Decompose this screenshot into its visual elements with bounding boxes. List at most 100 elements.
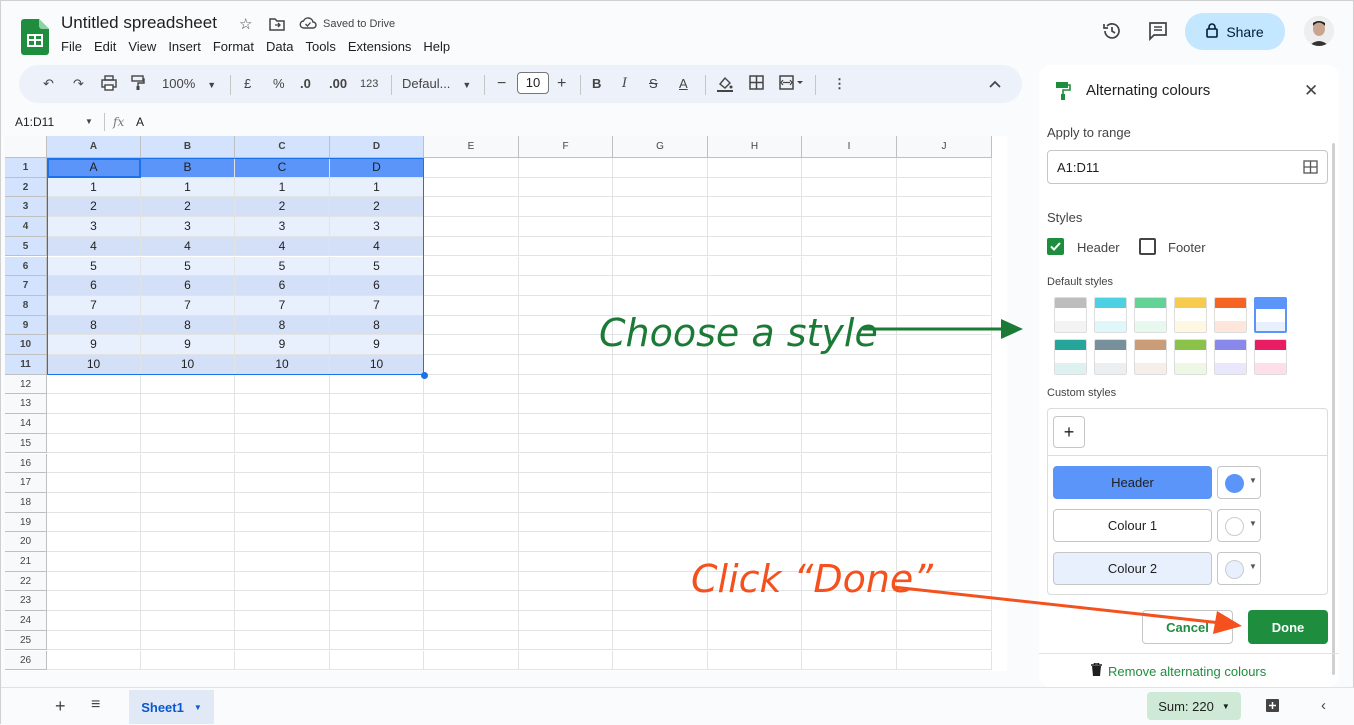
share-button[interactable]: Share (1185, 13, 1285, 50)
cell[interactable] (141, 433, 235, 454)
cell[interactable]: 3 (47, 217, 141, 237)
cell[interactable] (897, 532, 992, 552)
style-swatch[interactable] (1094, 339, 1127, 375)
cell[interactable] (235, 591, 330, 612)
cell[interactable] (235, 611, 330, 631)
cell[interactable] (235, 433, 330, 454)
cell[interactable] (708, 414, 802, 434)
cell[interactable] (47, 394, 141, 415)
cell[interactable] (613, 276, 708, 296)
row-header-15[interactable]: 15 (5, 433, 47, 454)
header-checkbox[interactable] (1047, 238, 1064, 255)
cell[interactable] (708, 611, 802, 631)
cell[interactable] (897, 355, 992, 375)
column-header-d[interactable]: D (330, 136, 424, 158)
cell[interactable] (141, 532, 235, 552)
cell[interactable]: 10 (141, 355, 235, 375)
cell[interactable] (424, 236, 519, 257)
chevron-down-icon[interactable]: ▼ (85, 117, 93, 126)
cell[interactable] (330, 630, 424, 651)
comments-icon[interactable] (1146, 19, 1170, 43)
row-header-25[interactable]: 25 (5, 630, 47, 651)
cell[interactable] (330, 492, 424, 513)
cell[interactable] (519, 492, 613, 513)
cell[interactable] (424, 276, 519, 296)
print-icon[interactable] (101, 75, 117, 93)
row-header-24[interactable]: 24 (5, 611, 47, 631)
cell[interactable] (613, 374, 708, 395)
row-header-4[interactable]: 4 (5, 217, 47, 237)
cell[interactable] (708, 158, 802, 178)
cell[interactable] (47, 414, 141, 434)
cell[interactable]: C (235, 158, 330, 178)
cell[interactable]: 9 (47, 335, 141, 355)
row-header-26[interactable]: 26 (5, 650, 47, 671)
row-header-23[interactable]: 23 (5, 591, 47, 612)
add-sheet-icon[interactable]: + (55, 696, 66, 717)
cell[interactable] (802, 433, 897, 454)
document-title[interactable]: Untitled spreadsheet (61, 13, 217, 33)
cell[interactable]: 7 (141, 295, 235, 316)
cell[interactable] (897, 177, 992, 198)
cell[interactable] (708, 492, 802, 513)
cell[interactable] (519, 355, 613, 375)
more-options-icon[interactable]: ⋮ (833, 75, 846, 93)
cell[interactable] (802, 276, 897, 296)
cell[interactable] (613, 512, 708, 533)
cell[interactable]: 8 (330, 315, 424, 336)
cell[interactable] (519, 591, 613, 612)
zoom-select[interactable]: 100% ▼ (162, 75, 216, 93)
cell[interactable] (47, 571, 141, 592)
cell[interactable]: 4 (141, 236, 235, 257)
borders-icon[interactable] (749, 75, 764, 93)
cell[interactable] (141, 453, 235, 474)
cell[interactable] (613, 256, 708, 277)
cell[interactable] (519, 414, 613, 434)
cell[interactable]: 2 (141, 197, 235, 218)
cell[interactable] (330, 611, 424, 631)
column-header-h[interactable]: H (708, 136, 802, 158)
move-folder-icon[interactable] (269, 17, 285, 34)
sum-indicator[interactable]: Sum: 220 ▼ (1147, 692, 1241, 720)
cell[interactable] (235, 532, 330, 552)
cell[interactable] (47, 650, 141, 671)
cell[interactable] (424, 374, 519, 395)
avatar[interactable] (1304, 16, 1334, 46)
cell[interactable] (424, 355, 519, 375)
font-select[interactable]: Defaul... ▼ (402, 75, 471, 93)
column-header-e[interactable]: E (424, 136, 519, 158)
cell[interactable]: 2 (330, 197, 424, 218)
cell[interactable] (802, 650, 897, 671)
formula-input[interactable]: A (136, 115, 144, 129)
cell[interactable]: 6 (235, 276, 330, 296)
cell[interactable] (141, 591, 235, 612)
cell[interactable] (235, 374, 330, 395)
cell[interactable] (47, 630, 141, 651)
row-header-10[interactable]: 10 (5, 335, 47, 355)
cell[interactable]: 7 (330, 295, 424, 316)
column-header-c[interactable]: C (235, 136, 330, 158)
cell[interactable] (519, 276, 613, 296)
cell[interactable] (424, 335, 519, 355)
cell[interactable] (897, 236, 992, 257)
cell[interactable] (47, 492, 141, 513)
cell[interactable] (235, 473, 330, 493)
cell[interactable] (330, 532, 424, 552)
cell[interactable] (613, 177, 708, 198)
cell[interactable] (424, 394, 519, 415)
cell[interactable] (897, 650, 992, 671)
cell[interactable]: 6 (141, 276, 235, 296)
cell[interactable] (802, 374, 897, 395)
menu-edit[interactable]: Edit (94, 39, 122, 54)
cell[interactable] (424, 473, 519, 493)
cell[interactable] (330, 571, 424, 592)
cell[interactable] (802, 394, 897, 415)
style-swatch[interactable] (1054, 339, 1087, 375)
cell[interactable] (802, 177, 897, 198)
cell[interactable] (235, 571, 330, 592)
row-header-22[interactable]: 22 (5, 571, 47, 592)
cell[interactable] (141, 492, 235, 513)
sheets-logo-icon[interactable] (21, 19, 49, 55)
cell[interactable]: 3 (235, 217, 330, 237)
row-header-8[interactable]: 8 (5, 295, 47, 316)
